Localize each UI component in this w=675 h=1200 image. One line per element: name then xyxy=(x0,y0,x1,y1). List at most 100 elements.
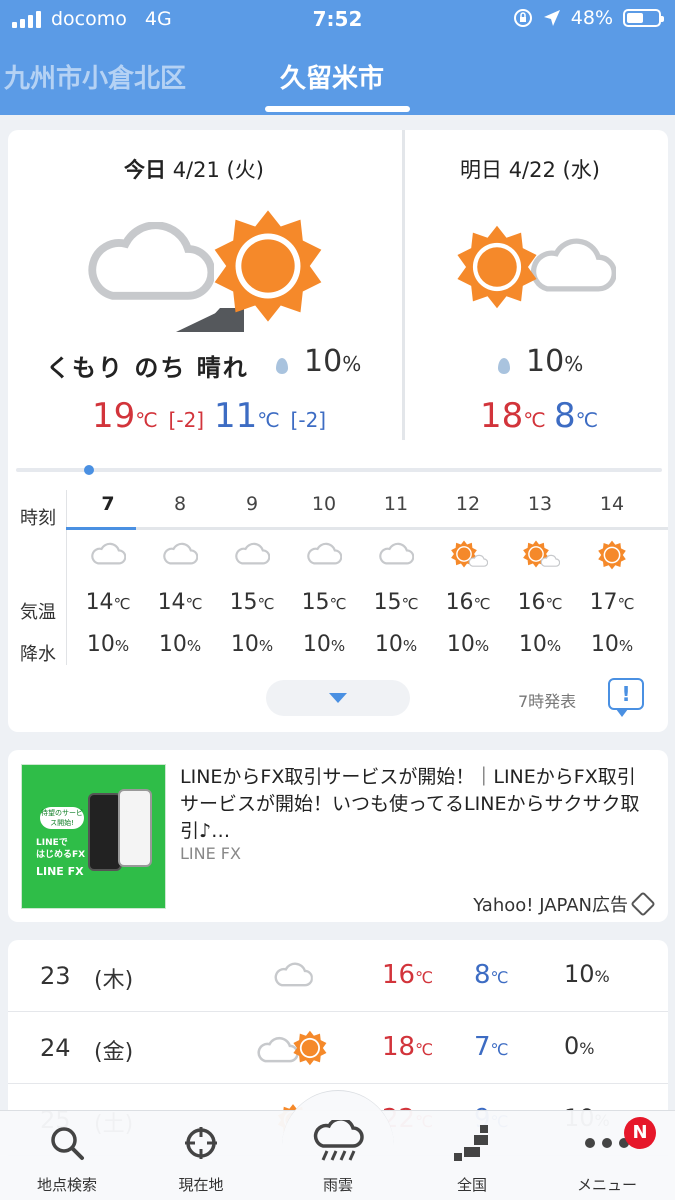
hourly-forecast[interactable]: 時刻 気温 降水 7 14℃ 10% 8 14℃ 10% 9 15℃ 10% 10 15℃ 10% 11… xyxy=(8,490,668,670)
hour-rain: 10% xyxy=(518,632,562,657)
nav-current-location[interactable]: 現在地 xyxy=(146,1118,256,1195)
cloud-then-sun-icon xyxy=(84,210,322,332)
temp-row-label: 気温 xyxy=(20,602,56,623)
hour-label: 11 xyxy=(383,493,409,515)
hour-label: 8 xyxy=(173,493,187,515)
hourly-label-divider xyxy=(66,490,67,665)
weekly-rain: 10% xyxy=(564,960,610,988)
weekly-rain: 0% xyxy=(564,1032,595,1060)
weekly-low: 7℃ xyxy=(474,1032,509,1062)
nav-nationwide-label: 全国 xyxy=(456,1176,487,1194)
sun-then-cloud-icon xyxy=(457,225,624,309)
today-condition: くもり のち 晴れ xyxy=(46,354,249,382)
weekly-date: 23 xyxy=(40,962,71,990)
today-label: 今日 xyxy=(124,158,166,182)
tomorrow-heading: 明日 4/22 (水) xyxy=(460,154,600,184)
hour-row-label: 時刻 xyxy=(20,508,56,529)
cloud-icon xyxy=(144,528,216,582)
weekly-low: 8℃ xyxy=(474,960,509,990)
cloud-icon xyxy=(248,954,338,998)
hour-temp: 16℃ xyxy=(517,590,563,615)
hour-temp: 15℃ xyxy=(301,590,347,615)
hour-label: 13 xyxy=(527,493,553,515)
sun-icon xyxy=(576,528,648,582)
hour-rain: 10% xyxy=(590,632,634,657)
hour-temp: 17℃ xyxy=(589,590,635,615)
feedback-icon[interactable]: ! xyxy=(608,678,644,717)
tab-kurume[interactable]: 久留米市 xyxy=(280,58,384,95)
tab-kitakyushu[interactable]: 九州市小倉北区 xyxy=(4,58,186,95)
hour-temp: 15℃ xyxy=(373,590,419,615)
status-bar: docomo 4G 7:52 48% xyxy=(0,0,675,40)
cloud-sun-icon xyxy=(248,1026,338,1070)
hour-column: 13 16℃ 10% xyxy=(504,490,576,666)
sun-cloud-icon xyxy=(432,528,504,582)
hour-rain: 10% xyxy=(374,632,418,657)
hour-column: 8 14℃ 10% xyxy=(144,490,216,666)
cloud-icon xyxy=(216,528,288,582)
hour-rain: 10% xyxy=(230,632,274,657)
tomorrow-rain-chance: 10% xyxy=(526,344,584,379)
menu-dots-icon xyxy=(585,1138,629,1148)
hourly-scroll-track[interactable] xyxy=(16,468,662,472)
nav-nationwide[interactable]: 全国 xyxy=(417,1118,527,1195)
phone-illustration xyxy=(118,789,152,867)
menu-notification-badge: N xyxy=(624,1117,656,1149)
nav-rain-cloud[interactable]: 雨雲 xyxy=(283,1118,393,1195)
weekly-row[interactable]: 24 (金) 18℃ 7℃ 0% xyxy=(8,1012,668,1084)
hour-column: 10 15℃ 10% xyxy=(288,490,360,666)
nav-current-location-label: 現在地 xyxy=(178,1176,224,1194)
phone-illustration xyxy=(88,793,122,871)
hour-temp: 14℃ xyxy=(85,590,131,615)
nav-rain-cloud-label: 雨雲 xyxy=(322,1176,353,1194)
hour-temp: 16℃ xyxy=(445,590,491,615)
today-date: 4/21 (火) xyxy=(172,158,264,182)
cloud-icon xyxy=(72,528,144,582)
ad-image-copy: LINEで はじめるFX xyxy=(36,838,86,860)
ad-card[interactable]: 待望のサービス開始! LINEで はじめるFX LINE FX LINEからFX取… xyxy=(8,750,668,922)
location-arrow-icon xyxy=(543,10,560,26)
expand-hourly-button[interactable] xyxy=(266,680,410,716)
battery-icon xyxy=(623,9,664,27)
hour-column: 11 15℃ 10% xyxy=(360,490,432,666)
forecast-card: 今日 4/21 (火) くもり のち 晴れ 10% 19℃ [-2] 11℃ [… xyxy=(8,130,668,732)
today-high-diff: [-2] xyxy=(168,408,205,432)
today-low-temp: 11℃ [-2] xyxy=(214,396,327,436)
today-heading: 今日 4/21 (火) xyxy=(124,154,264,184)
raindrop-icon xyxy=(498,358,510,374)
hour-column: 12 16℃ 10% xyxy=(432,490,504,666)
weekly-high: 16℃ xyxy=(382,960,434,990)
hour-rain: 10% xyxy=(86,632,130,657)
ad-headline[interactable]: LINEからFX取引サービスが開始！｜LINEからFX取引サービスが開始！いつも… xyxy=(180,764,650,845)
rain-cloud-icon xyxy=(313,1120,364,1161)
hour-temp: 14℃ xyxy=(157,590,203,615)
japan-map-icon xyxy=(454,1125,488,1161)
tomorrow-high-temp: 18℃ xyxy=(480,396,546,436)
hour-temp: 15℃ xyxy=(229,590,275,615)
hour-rain: 10% xyxy=(302,632,346,657)
weekly-high: 18℃ xyxy=(382,1032,434,1062)
ad-image-brand: LINE FX xyxy=(36,865,84,878)
cloud-icon xyxy=(288,528,360,582)
ad-provider[interactable]: Yahoo! JAPAN広告 xyxy=(473,891,656,917)
ad-provider-label: Yahoo! JAPAN広告 xyxy=(473,895,628,916)
tomorrow-date: 4/22 (水) xyxy=(508,158,600,182)
ad-info-icon[interactable] xyxy=(630,891,656,917)
hour-column: 14 17℃ 10% xyxy=(576,490,648,666)
weekly-row[interactable]: 23 (木) 16℃ 8℃ 10% xyxy=(8,940,668,1012)
hour-label: 9 xyxy=(245,493,259,515)
nav-menu-label: メニュー xyxy=(576,1176,637,1194)
ad-image[interactable]: 待望のサービス開始! LINEで はじめるFX LINE FX xyxy=(21,764,166,909)
ad-image-badge: 待望のサービス開始! xyxy=(40,807,84,829)
nav-search[interactable]: 地点検索 xyxy=(12,1118,122,1195)
weekly-weekday: (金) xyxy=(94,1040,134,1065)
tomorrow-low-temp: 8℃ xyxy=(554,396,599,436)
today-rain-chance: 10% xyxy=(304,344,362,379)
cloud-icon xyxy=(360,528,432,582)
hour-label: 10 xyxy=(311,493,337,515)
raindrop-icon xyxy=(276,358,288,374)
hour-label: 14 xyxy=(599,493,625,515)
battery-percent: 48% xyxy=(570,7,613,29)
hour-rain: 10% xyxy=(446,632,490,657)
hourly-scroll-thumb[interactable] xyxy=(84,465,94,475)
